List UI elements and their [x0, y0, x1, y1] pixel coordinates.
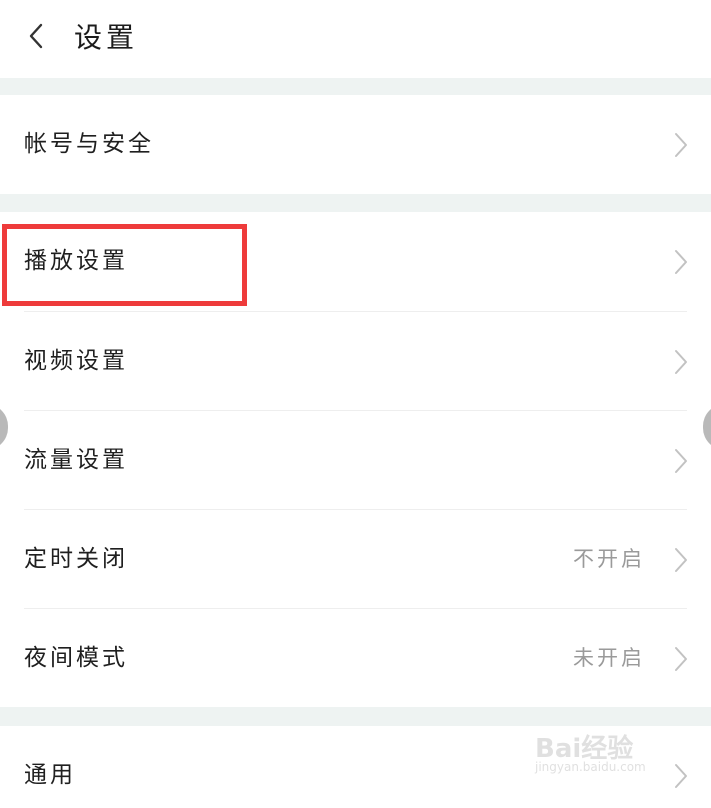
- settings-item-playback[interactable]: 播放设置: [0, 212, 711, 311]
- settings-item-value: 不开启: [573, 547, 645, 571]
- chevron-right-icon: [675, 647, 687, 671]
- settings-page: 设置 帐号与安全 播放设置 视频设置 流量设置 定时关闭 不开启 夜间模式 未开…: [0, 0, 711, 808]
- settings-item-account-security[interactable]: 帐号与安全: [0, 95, 711, 194]
- header: 设置: [0, 0, 711, 78]
- settings-item-label: 流量设置: [24, 447, 128, 473]
- settings-item-general[interactable]: 通用: [0, 726, 711, 808]
- section-gap: [0, 78, 711, 95]
- settings-item-label: 定时关闭: [24, 546, 128, 572]
- settings-item-label: 帐号与安全: [24, 131, 154, 157]
- section-gap: [0, 194, 711, 212]
- settings-item-value: 未开启: [573, 646, 645, 670]
- chevron-right-icon: [675, 449, 687, 473]
- chevron-right-icon: [675, 548, 687, 572]
- section-playback: 播放设置 视频设置 流量设置 定时关闭 不开启 夜间模式 未开启: [0, 212, 711, 707]
- settings-item-label: 播放设置: [24, 248, 128, 274]
- section-general: 通用: [0, 726, 711, 808]
- settings-item-label: 夜间模式: [24, 645, 128, 671]
- settings-item-sleep-timer[interactable]: 定时关闭 不开启: [0, 510, 711, 609]
- chevron-right-icon: [675, 250, 687, 274]
- settings-item-night-mode[interactable]: 夜间模式 未开启: [0, 609, 711, 708]
- chevron-left-icon: [29, 23, 43, 49]
- settings-item-data-usage[interactable]: 流量设置: [0, 411, 711, 510]
- section-gap: [0, 707, 711, 726]
- chevron-right-icon: [675, 350, 687, 374]
- settings-item-label: 通用: [24, 762, 76, 788]
- page-title: 设置: [74, 21, 139, 54]
- back-button[interactable]: [18, 18, 54, 54]
- settings-item-label: 视频设置: [24, 348, 128, 374]
- settings-item-video[interactable]: 视频设置: [0, 312, 711, 411]
- chevron-right-icon: [675, 764, 687, 788]
- section-account: 帐号与安全: [0, 95, 711, 194]
- chevron-right-icon: [675, 133, 687, 157]
